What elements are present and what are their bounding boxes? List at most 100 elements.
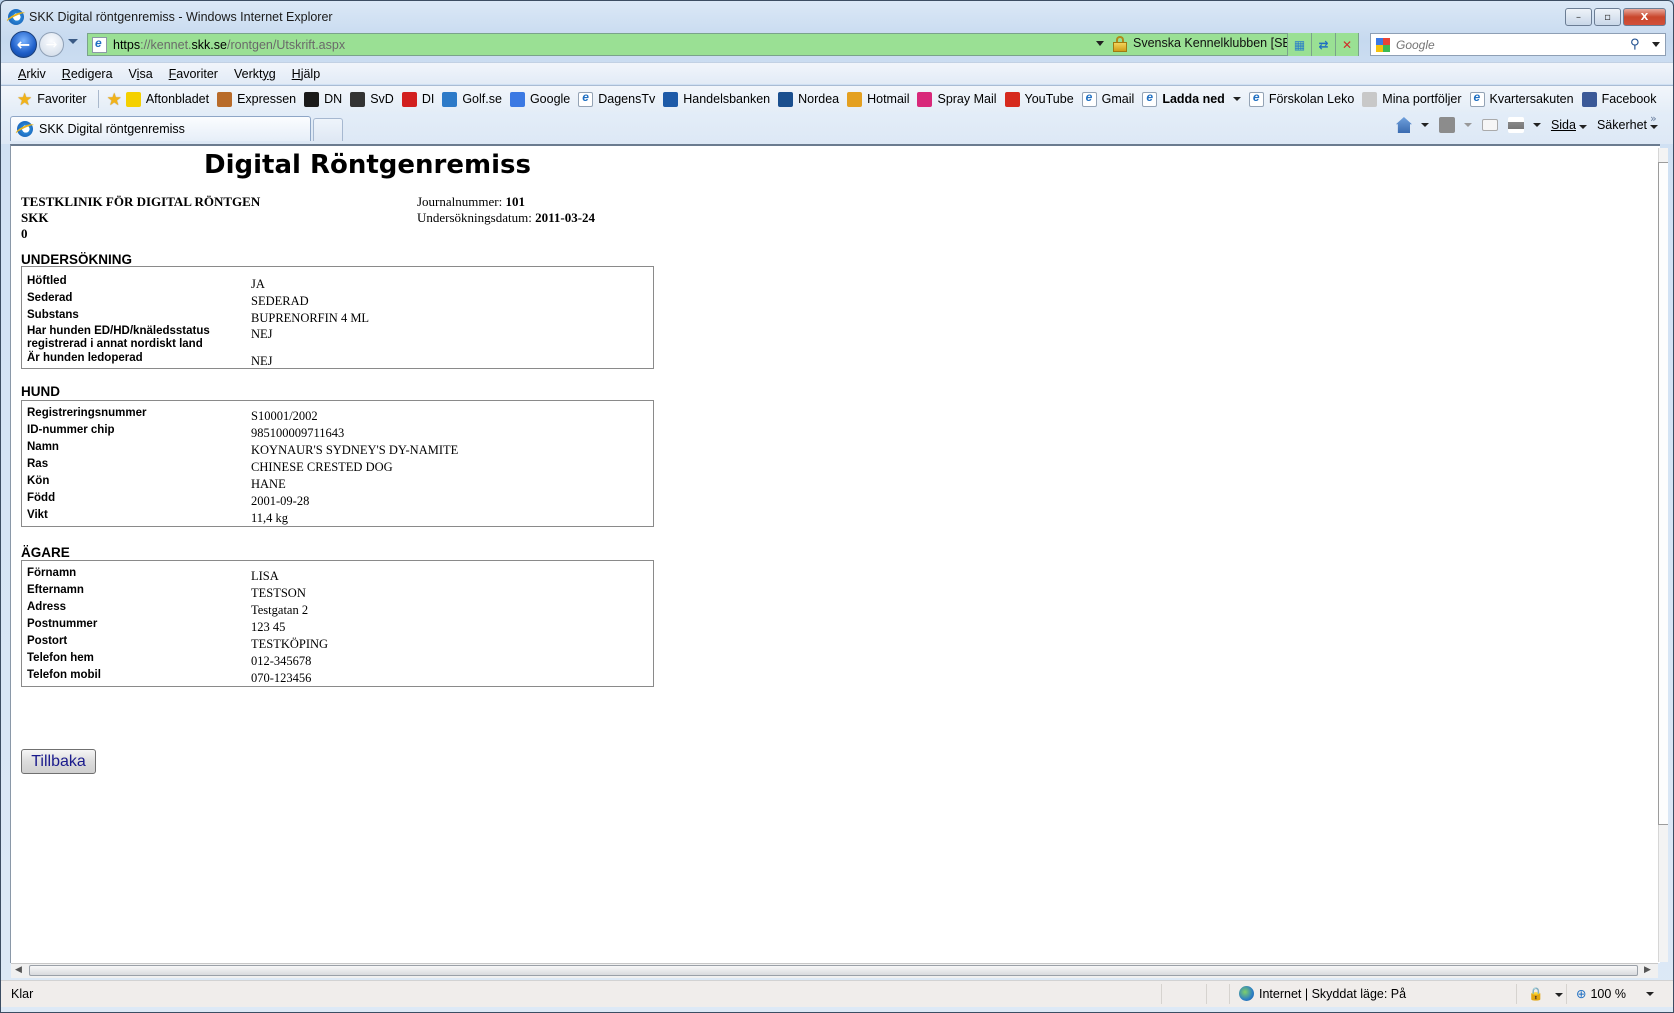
tab-title: SKK Digital röntgenremiss — [39, 122, 185, 136]
field-value: 2001-09-28 — [251, 494, 310, 508]
chevron-down-icon — [1463, 123, 1472, 127]
zoom-level: 100 % — [1590, 986, 1626, 1001]
security-certificate-label[interactable]: Svenska Kennelklubben [SE] — [1133, 36, 1294, 50]
new-tab-button[interactable] — [313, 118, 343, 141]
horizontal-scroll-thumb[interactable] — [29, 965, 1638, 976]
favorite-google[interactable]: Google — [509, 91, 570, 107]
zoom-button[interactable]: ⊕ 100 % — [1576, 986, 1654, 1001]
stop-button[interactable]: ✕ — [1335, 33, 1359, 56]
favorite-förskolan-leko[interactable]: Förskolan Leko — [1248, 90, 1354, 107]
chevron-down-icon — [1645, 991, 1654, 996]
aftonbladet-icon — [125, 91, 141, 107]
read-mail-icon[interactable] — [1481, 119, 1498, 131]
favorite-mina-portföljer[interactable]: Mina portföljer — [1362, 91, 1462, 107]
favorite-facebook[interactable]: Facebook — [1581, 91, 1656, 107]
tab-skk-digital-rontgenremiss[interactable]: SKK Digital röntgenremiss — [10, 116, 311, 141]
divider — [97, 90, 99, 108]
divider — [1566, 984, 1567, 1004]
favorite-hotmail[interactable]: Hotmail — [847, 91, 909, 107]
favorite-expressen[interactable]: Expressen — [217, 91, 296, 107]
search-box[interactable] — [1370, 33, 1666, 56]
vertical-scroll-thumb[interactable] — [1658, 162, 1668, 825]
security-zone[interactable]: Internet | Skyddat läge: På — [1239, 986, 1406, 1001]
ie-logo-icon — [8, 9, 24, 25]
favorite-gmail[interactable]: Gmail — [1081, 90, 1134, 107]
field-label: Förnamn — [27, 567, 77, 579]
menu-favoriter[interactable]: Favoriter — [169, 67, 218, 81]
favorites-button[interactable]: ★ Favoriter — [17, 91, 87, 108]
address-dropdown[interactable] — [1096, 41, 1104, 46]
protected-mode-button[interactable]: 🔒 — [1528, 987, 1563, 1002]
field-value: BUPRENORFIN 4 ML — [251, 311, 370, 325]
field-label: Kön — [27, 475, 50, 487]
favorite-di[interactable]: DI — [401, 91, 434, 107]
forward-button[interactable]: → — [39, 32, 64, 57]
menu-arkiv[interactable]: Arkiv — [18, 67, 46, 81]
home-button[interactable] — [1395, 117, 1429, 133]
section-heading-hund: HUND — [21, 384, 60, 399]
safety-menu[interactable]: Säkerhet — [1597, 118, 1658, 132]
tillbaka-button[interactable]: Tillbaka — [21, 749, 96, 774]
maximize-button[interactable]: ▫ — [1594, 8, 1621, 26]
search-icon[interactable]: ⚲ — [1630, 37, 1640, 52]
menu-visa[interactable]: Visa — [129, 67, 153, 81]
search-options-dropdown[interactable] — [1652, 42, 1660, 47]
favorite-nordea[interactable]: Nordea — [778, 91, 840, 107]
field-value: SEDERAD — [251, 294, 309, 308]
examination-date-value: 2011-03-24 — [535, 210, 596, 225]
menu-redigera[interactable]: Redigera — [62, 67, 113, 81]
favorite-ladda-ned[interactable]: Ladda ned — [1142, 90, 1241, 107]
back-button[interactable]: ← — [10, 31, 37, 58]
minimize-button[interactable]: – — [1565, 8, 1592, 26]
add-to-favorites-bar-button[interactable]: ★ — [107, 91, 122, 108]
section-box-ägare: Förnamn LISA Efternamn TESTSON Adress Testgat… — [21, 560, 654, 687]
favorite-label: YouTube — [1024, 92, 1074, 106]
field-label: Telefon mobil — [27, 669, 101, 681]
ie-page-icon — [1248, 90, 1264, 107]
ie-page-icon — [578, 90, 594, 107]
favorite-svd[interactable]: SvD — [350, 91, 394, 107]
field-label: Substans — [27, 309, 79, 321]
menu-verktyg[interactable]: Verktyg — [234, 67, 276, 81]
url-subdomain: ://kennet. — [140, 37, 192, 52]
favorite-dagenstv[interactable]: DagensTv — [578, 90, 656, 107]
favorite-label: Kvartersakuten — [1489, 92, 1574, 106]
expressen-icon — [217, 91, 233, 107]
favorite-kvartersakuten[interactable]: Kvartersakuten — [1469, 90, 1574, 107]
journal-number: Journalnummer: 101 — [417, 194, 525, 209]
close-window-button[interactable]: X — [1623, 8, 1666, 26]
favorite-spray-mail[interactable]: Spray Mail — [917, 91, 997, 107]
favorite-label: DagensTv — [598, 92, 656, 106]
field-value: LISA — [251, 569, 279, 583]
compatibility-icon: ▦ — [1293, 37, 1306, 52]
more-commands-icon[interactable]: » — [1650, 112, 1657, 125]
minimize-icon: – — [1576, 11, 1581, 23]
examination-date: Undersökningsdatum: 2011-03-24 — [417, 210, 596, 225]
favorite-handelsbanken[interactable]: Handelsbanken — [663, 91, 770, 107]
ie-page-icon — [1469, 90, 1485, 107]
compatibility-view-button[interactable]: ▦ — [1287, 33, 1311, 56]
field-label: ID-nummer chip — [27, 424, 115, 436]
favorite-dn[interactable]: DN — [304, 91, 342, 107]
recent-pages-dropdown[interactable] — [68, 39, 78, 44]
field-value: 123 45 — [251, 620, 286, 634]
favorite-youtube[interactable]: YouTube — [1004, 91, 1074, 107]
lock-icon[interactable] — [1113, 36, 1127, 52]
field-value: NEJ — [251, 354, 273, 368]
menu-hjalp[interactable]: Hjälp — [292, 67, 321, 81]
favorite-label: Nordea — [798, 92, 840, 106]
page-menu[interactable]: Sida — [1551, 118, 1587, 132]
print-button[interactable] — [1507, 117, 1541, 133]
scroll-left-icon[interactable]: ◀ — [15, 965, 22, 975]
star-icon: ★ — [17, 89, 33, 109]
scroll-right-icon[interactable]: ▶ — [1644, 965, 1651, 975]
favorite-golf-se[interactable]: Golf.se — [442, 91, 502, 107]
field-label: Är hunden ledoperad — [27, 352, 143, 364]
field-label: Höftled — [27, 275, 67, 287]
favorite-aftonbladet[interactable]: Aftonbladet — [125, 91, 209, 107]
search-input[interactable] — [1396, 37, 1626, 52]
feeds-button[interactable] — [1438, 117, 1472, 133]
chevron-down-icon — [1650, 125, 1658, 129]
dn-icon — [304, 91, 320, 107]
refresh-button[interactable]: ⇄ — [1311, 33, 1335, 56]
